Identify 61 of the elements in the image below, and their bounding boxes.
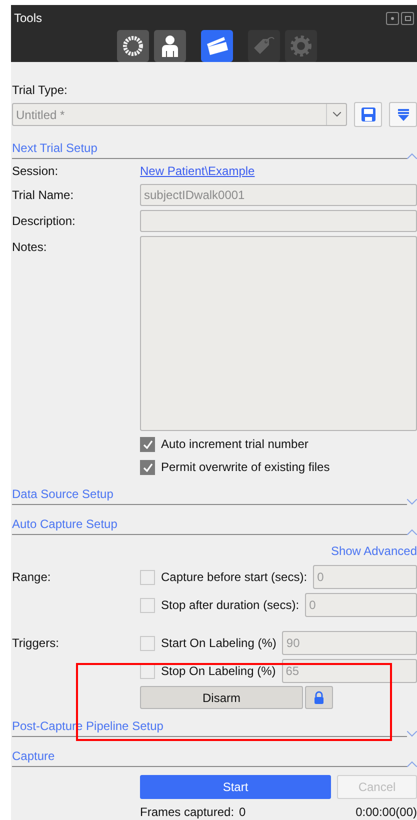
value-field[interactable]: 0	[313, 565, 417, 589]
save-button[interactable]	[354, 102, 382, 127]
checkbox-label: Start On Labeling (%)	[161, 635, 276, 652]
ring-icon	[122, 35, 144, 57]
section-header[interactable]: Next Trial Setup	[12, 140, 98, 158]
checkbox[interactable]	[140, 598, 155, 612]
toolbar-tab[interactable]	[201, 30, 233, 62]
description-field[interactable]	[140, 210, 417, 232]
padlock-icon	[314, 691, 324, 704]
value-field[interactable]: 90	[282, 631, 417, 655]
checkbox-label: Auto increment trial number	[161, 436, 308, 453]
toolbar-tab[interactable]	[154, 30, 186, 62]
trial-name-field[interactable]: subjectIDwalk0001	[140, 184, 417, 206]
toolbar-tab[interactable]	[117, 30, 149, 62]
value-field[interactable]: 0	[305, 593, 417, 617]
notes-field[interactable]	[140, 236, 417, 431]
disarm-button[interactable]: Disarm	[140, 686, 303, 709]
field-label: Trial Name:	[12, 187, 75, 204]
filter-button[interactable]	[389, 102, 417, 127]
checkbox[interactable]	[140, 636, 155, 650]
field-label: Trial Type:	[12, 82, 68, 98]
lock-button[interactable]	[305, 686, 333, 709]
checkbox[interactable]	[140, 436, 155, 452]
field-label: Triggers:	[12, 635, 60, 652]
checkmark-icon	[142, 440, 152, 448]
window-title: Tools	[14, 10, 44, 27]
caret-icon	[332, 112, 340, 117]
clapperboard-icon	[205, 35, 229, 57]
session-link[interactable]: New Patient\Example	[140, 162, 255, 180]
section-header[interactable]: Capture	[12, 748, 55, 766]
checkbox-label: Stop On Labeling (%)	[161, 663, 276, 680]
show-advanced-link[interactable]: Show Advanced	[330, 543, 417, 559]
funnel-icon	[398, 108, 408, 120]
tag-icon	[252, 35, 276, 57]
checkbox-label: Permit overwrite of existing files	[161, 459, 330, 476]
field-label: Notes:	[12, 239, 48, 256]
person-icon	[160, 35, 180, 57]
checkmark-icon	[142, 462, 152, 472]
checkbox-label: Stop after duration (secs):	[161, 597, 300, 614]
value-field[interactable]: 65	[282, 659, 417, 683]
checkbox[interactable]	[140, 460, 155, 474]
section-header[interactable]: Data Source Setup	[12, 486, 114, 504]
section-header[interactable]: Auto Capture Setup	[12, 516, 118, 534]
checkbox-label: Capture before start (secs):	[161, 569, 308, 586]
pin-button[interactable]	[386, 12, 399, 24]
checkbox[interactable]	[140, 570, 155, 584]
chevron-up-icon[interactable]	[407, 153, 417, 159]
chevron-up-icon[interactable]	[407, 529, 417, 535]
start-button[interactable]: Start	[140, 775, 331, 799]
frames-label: Frames captured:	[140, 804, 234, 820]
chevron-down-icon[interactable]	[407, 499, 417, 505]
frames-count: 0	[239, 804, 247, 820]
field-label: Session:	[12, 163, 60, 180]
trial-type-dropdown[interactable]: Untitled *	[12, 103, 347, 126]
float-button[interactable]	[401, 12, 414, 24]
gear-icon	[290, 35, 312, 57]
chevron-up-icon[interactable]	[407, 761, 417, 767]
field-label: Range:	[12, 569, 52, 586]
chevron-down-icon[interactable]	[407, 731, 417, 737]
elapsed-time: 0:00:00(00)	[356, 804, 417, 820]
field-label: Description:	[12, 213, 76, 230]
